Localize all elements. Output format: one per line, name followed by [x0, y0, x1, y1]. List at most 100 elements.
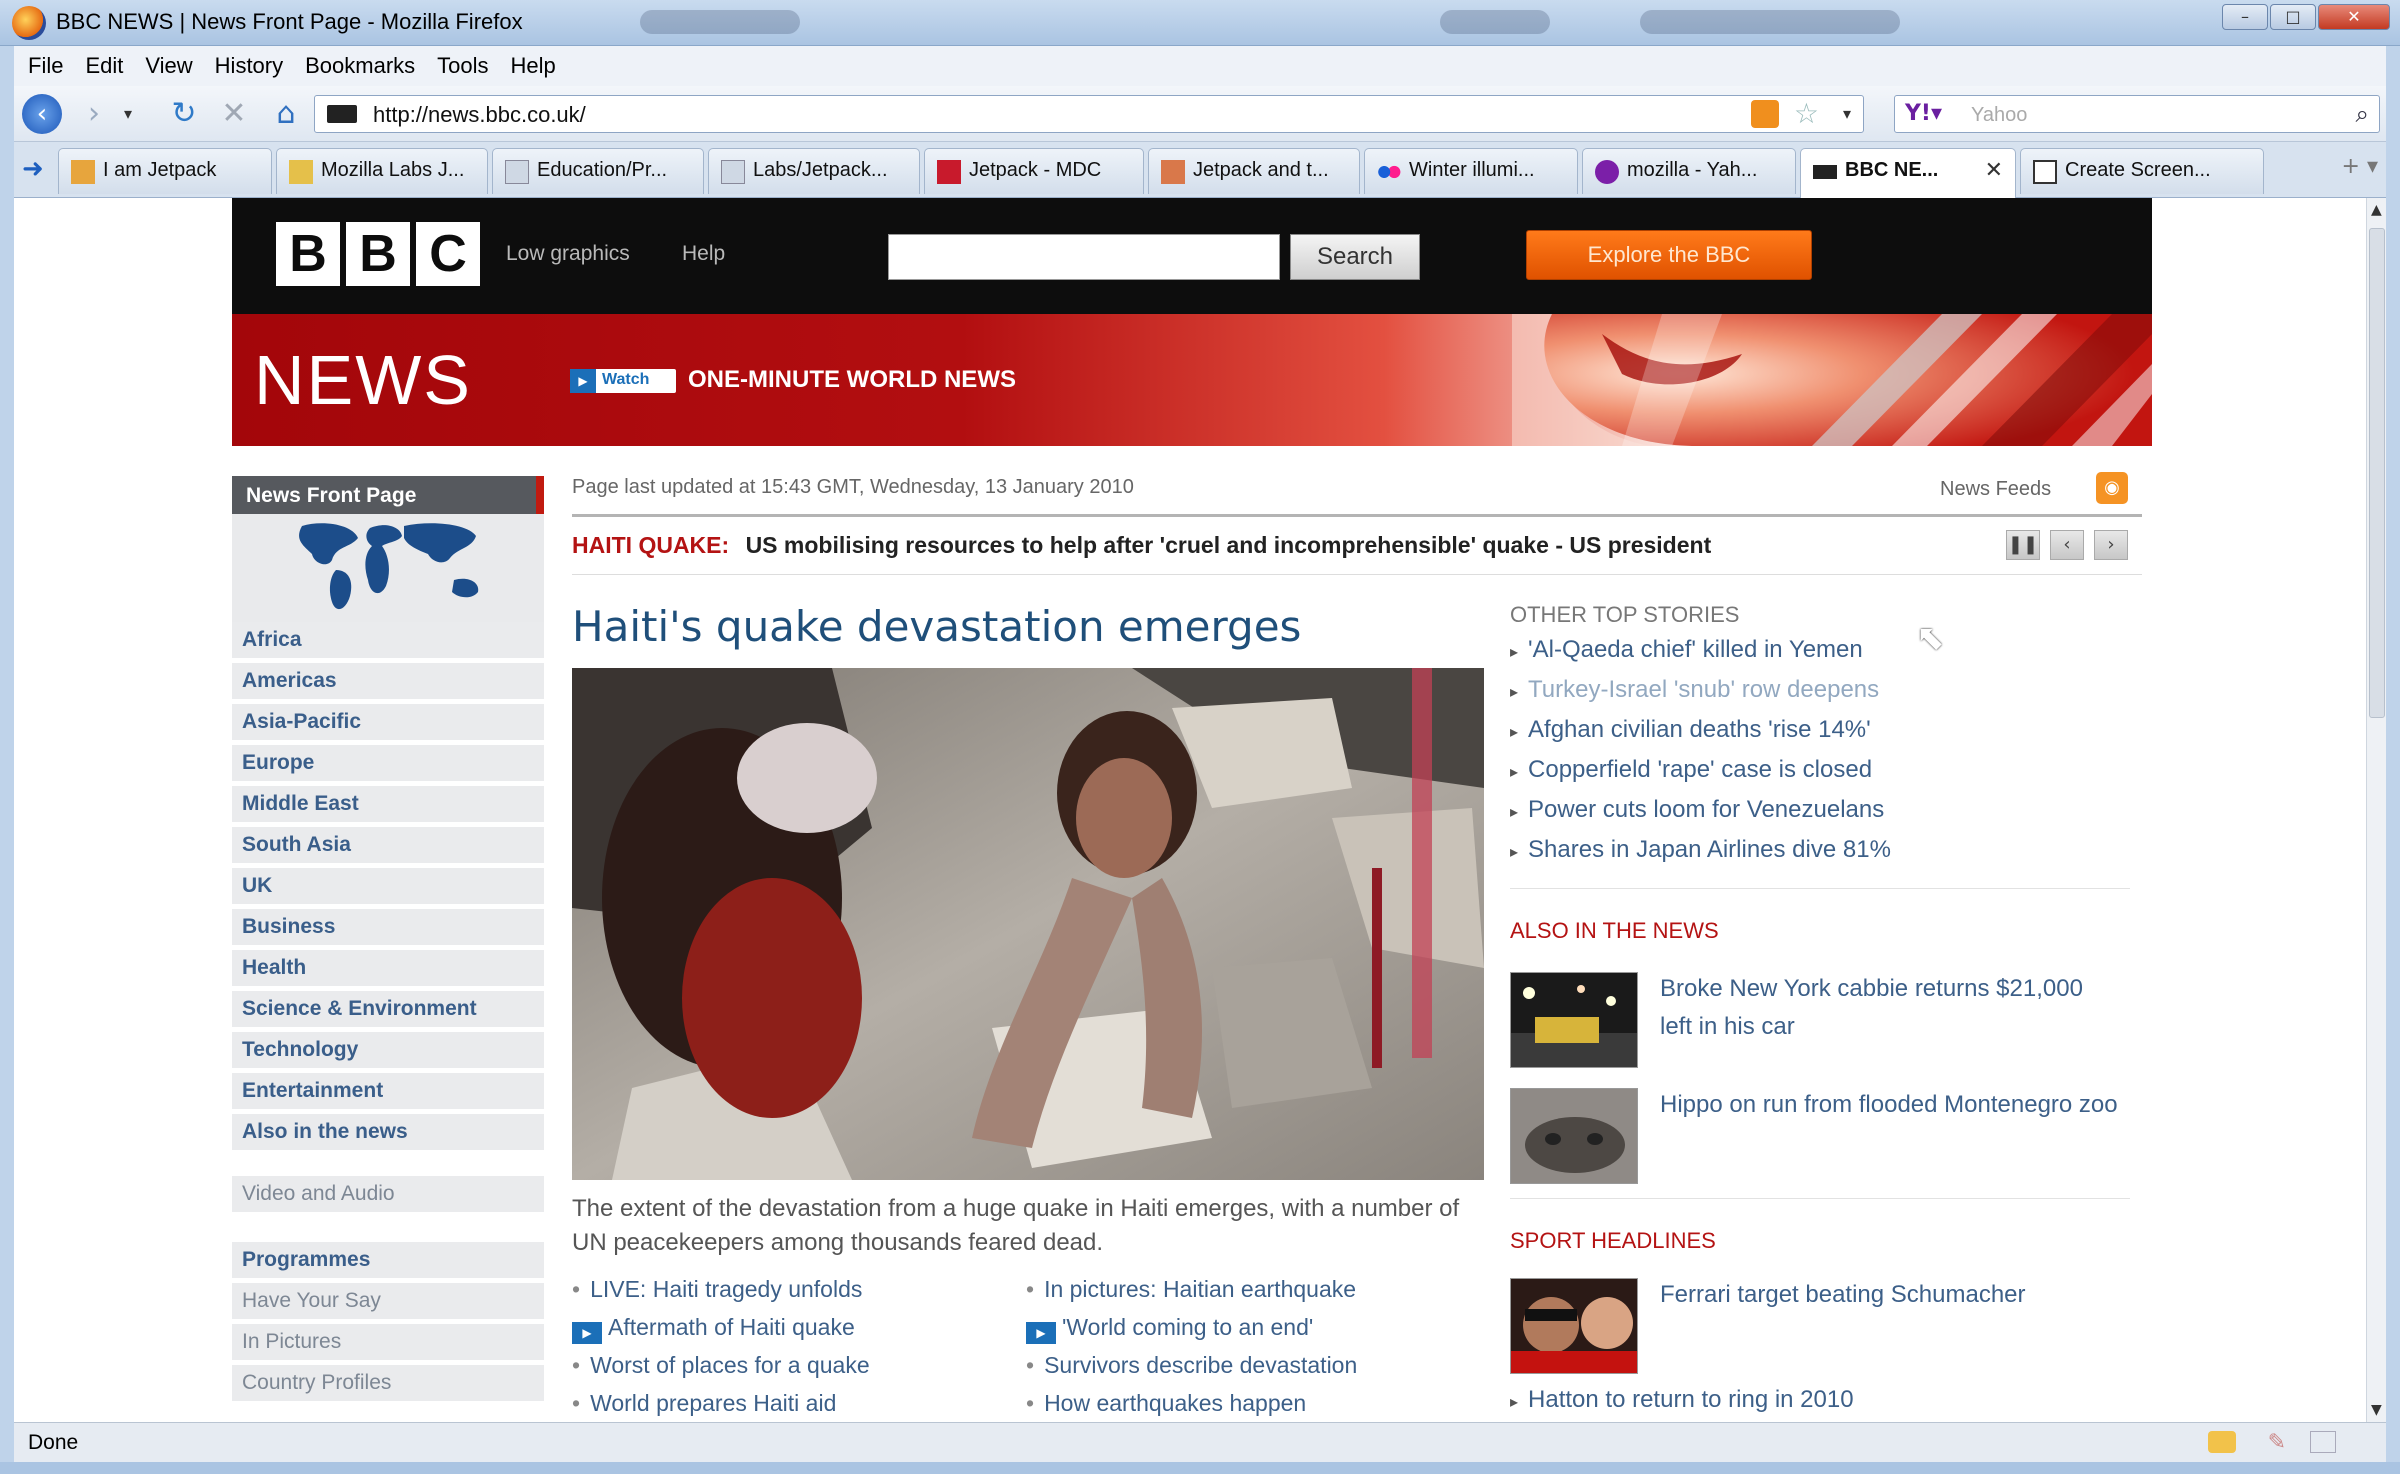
nav-entertainment[interactable]: Entertainment [232, 1073, 544, 1109]
watch-badge[interactable]: ▶ Watch [570, 369, 676, 393]
related-video-link[interactable]: ▶ Aftermath of Haiti quake [572, 1314, 855, 1344]
search-placeholder[interactable]: Yahoo [1971, 104, 2027, 127]
tab-bbc-news[interactable]: BBC NE... ✕ [1800, 148, 2016, 198]
related-video-link[interactable]: ▶ 'World coming to an end' [1026, 1314, 1313, 1344]
tab-scroll-left-icon[interactable]: ➜ [22, 154, 44, 184]
cabbie-thumbnail[interactable] [1510, 972, 1638, 1068]
url-dropdown-icon[interactable]: ▾ [1843, 104, 1851, 123]
nav-africa[interactable]: Africa [232, 622, 544, 658]
url-text[interactable]: http://news.bbc.co.uk/ [373, 102, 586, 128]
address-bar[interactable]: http://news.bbc.co.uk/ ☆ ▾ [314, 95, 1864, 133]
tab-jetpack-mdc[interactable]: Jetpack - MDC [924, 148, 1144, 194]
tab-jetpack-and[interactable]: Jetpack and t... [1148, 148, 1360, 194]
ferrari-thumbnail[interactable] [1510, 1278, 1638, 1374]
tab-mozilla-labs[interactable]: Mozilla Labs J... [276, 148, 488, 194]
tab-mozilla-yahoo[interactable]: mozilla - Yah... [1582, 148, 1796, 194]
tab-winter-illumi[interactable]: Winter illumi... [1364, 148, 1578, 194]
close-tab-icon[interactable]: ✕ [1985, 157, 2003, 183]
addon-icon[interactable] [2208, 1431, 2236, 1453]
news-feeds-link[interactable]: News Feeds [1940, 478, 2051, 501]
scroll-thumb[interactable] [2369, 228, 2385, 718]
site-identity-icon[interactable] [327, 105, 357, 123]
maximize-button[interactable]: □ [2270, 4, 2316, 30]
story-link[interactable]: ▸ Copperfield 'rape' case is closed [1510, 756, 1872, 784]
nav-country-profiles[interactable]: Country Profiles [232, 1365, 544, 1401]
nav-uk[interactable]: UK [232, 868, 544, 904]
story-link[interactable]: ▸ Turkey-Israel 'snub' row deepens [1510, 676, 1879, 704]
menu-history[interactable]: History [215, 53, 283, 79]
news-front-page-link[interactable]: News Front Page [232, 476, 544, 514]
story-link[interactable]: ▸ Shares in Japan Airlines dive 81% [1510, 836, 1891, 864]
pencil-icon[interactable]: ✎ [2268, 1429, 2286, 1455]
previous-icon[interactable]: ‹ [2050, 530, 2084, 560]
resize-grip-icon[interactable] [2310, 1431, 2336, 1453]
nav-programmes[interactable]: Programmes [232, 1242, 544, 1278]
nav-have-your-say[interactable]: Have Your Say [232, 1283, 544, 1319]
nav-asia-pacific[interactable]: Asia-Pacific [232, 704, 544, 740]
nav-south-asia[interactable]: South Asia [232, 827, 544, 863]
low-graphics-link[interactable]: Low graphics [506, 242, 630, 266]
news-masthead[interactable]: NEWS [254, 340, 472, 420]
forward-button[interactable]: › [74, 94, 114, 134]
close-window-button[interactable]: ✕ [2318, 4, 2390, 30]
tab-labs-jetpack[interactable]: Labs/Jetpack... [708, 148, 920, 194]
related-link[interactable]: • Survivors describe devastation [1026, 1352, 1357, 1379]
menu-view[interactable]: View [145, 53, 192, 79]
ticker-text[interactable]: US mobilising resources to help after 'c… [746, 532, 1712, 558]
explore-the-bbc-button[interactable]: Explore the BBC [1526, 230, 1812, 280]
nav-video-and-audio[interactable]: Video and Audio [232, 1176, 544, 1212]
one-minute-world-news-link[interactable]: ONE-MINUTE WORLD NEWS [688, 366, 1016, 394]
menu-bookmarks[interactable]: Bookmarks [305, 53, 415, 79]
cabbie-story-link[interactable]: Broke New York cabbie returns $21,000 le… [1660, 970, 2120, 1046]
minimize-button[interactable]: – [2222, 4, 2268, 30]
rss-icon[interactable]: ◉ [2096, 472, 2128, 504]
home-button[interactable]: ⌂ [266, 94, 306, 134]
hippo-thumbnail[interactable] [1510, 1088, 1638, 1184]
bbc-search-button[interactable]: Search [1290, 234, 1420, 280]
nav-europe[interactable]: Europe [232, 745, 544, 781]
nav-business[interactable]: Business [232, 909, 544, 945]
related-link[interactable]: • World prepares Haiti aid [572, 1390, 836, 1417]
pause-icon[interactable]: ❚❚ [2006, 530, 2040, 560]
back-button[interactable]: ‹ [22, 94, 62, 134]
tab-i-am-jetpack[interactable]: I am Jetpack [58, 148, 272, 194]
world-map-icon[interactable] [232, 514, 544, 622]
search-icon[interactable]: ⌕ [2356, 100, 2369, 128]
yahoo-engine-icon[interactable]: Y!▾ [1905, 101, 1942, 126]
next-icon[interactable]: › [2094, 530, 2128, 560]
menu-edit[interactable]: Edit [85, 53, 123, 79]
scroll-down-icon[interactable]: ▼ [2371, 1402, 2382, 1418]
bbc-logo[interactable]: B B C [276, 222, 480, 286]
story-link[interactable]: ▸ Afghan civilian deaths 'rise 14%' [1510, 716, 1871, 744]
nav-technology[interactable]: Technology [232, 1032, 544, 1068]
stop-button[interactable]: ✕ [214, 94, 254, 134]
breaking-news-ticker[interactable]: HAITI QUAKE: US mobilising resources to … [572, 532, 1711, 559]
scroll-up-icon[interactable]: ▲ [2371, 202, 2382, 218]
menu-help[interactable]: Help [511, 53, 556, 79]
related-link[interactable]: • LIVE: Haiti tragedy unfolds [572, 1276, 862, 1303]
main-headline[interactable]: Haiti's quake devastation emerges [572, 602, 1301, 651]
help-link[interactable]: Help [682, 242, 725, 266]
related-link[interactable]: • How earthquakes happen [1026, 1390, 1306, 1417]
bookmark-star-icon[interactable]: ☆ [1794, 97, 1819, 130]
nav-science-environment[interactable]: Science & Environment [232, 991, 544, 1027]
headline-photo[interactable] [572, 668, 1484, 1180]
related-link[interactable]: • Worst of places for a quake [572, 1352, 870, 1379]
nav-americas[interactable]: Americas [232, 663, 544, 699]
tab-education[interactable]: Education/Pr... [492, 148, 704, 194]
related-link[interactable]: • In pictures: Haitian earthquake [1026, 1276, 1356, 1303]
search-bar[interactable]: Y!▾ Yahoo ⌕ [1894, 95, 2380, 133]
nav-in-pictures[interactable]: In Pictures [232, 1324, 544, 1360]
story-link[interactable]: ▸ Power cuts loom for Venezuelans [1510, 796, 1884, 824]
story-link[interactable]: ▸ Hatton to return to ring in 2010 [1510, 1386, 1854, 1414]
nav-health[interactable]: Health [232, 950, 544, 986]
hippo-story-link[interactable]: Hippo on run from flooded Montenegro zoo [1660, 1086, 2120, 1124]
vertical-scrollbar[interactable]: ▲ ▼ [2366, 198, 2386, 1422]
history-dropdown-icon[interactable]: ▾ [118, 94, 138, 134]
nav-also-in-the-news[interactable]: Also in the news [232, 1114, 544, 1150]
rss-feed-icon[interactable] [1751, 100, 1779, 128]
tab-create-screen[interactable]: Create Screen... [2020, 148, 2264, 194]
menu-file[interactable]: File [28, 53, 63, 79]
reload-button[interactable]: ↻ [164, 94, 204, 134]
new-tab-icon[interactable]: + ▾ [2342, 154, 2378, 179]
